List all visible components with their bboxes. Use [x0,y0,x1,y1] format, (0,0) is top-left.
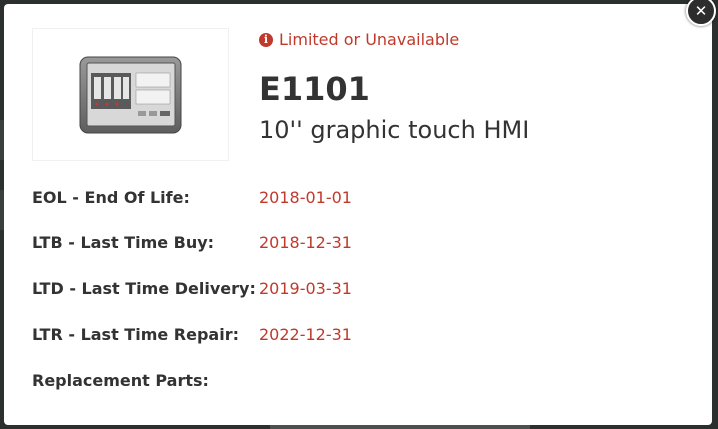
availability-status: i Limited or Unavailable [259,30,459,49]
product-description: 10'' graphic touch HMI [259,116,530,144]
close-button[interactable]: ✕ [686,0,716,26]
product-code: E1101 [259,70,370,108]
ltd-value: 2019-03-31 [259,279,352,298]
ltb-value: 2018-12-31 [259,233,352,252]
replacement-parts-label: Replacement Parts: [32,371,209,390]
product-modal: ✕ i Limited or Unavailable E1101 10'' gr… [4,0,716,425]
eol-value: 2018-01-01 [259,188,352,207]
status-text: Limited or Unavailable [279,30,460,49]
close-icon: ✕ [694,2,708,20]
ltr-value: 2022-12-31 [259,325,352,344]
info-circle-icon: i [259,32,273,47]
ltd-label: LTD - Last Time Delivery: [32,279,256,298]
ltr-label: LTR - Last Time Repair: [32,325,239,344]
eol-label: EOL - End Of Life: [32,188,190,207]
background-edge [270,425,530,429]
ltb-label: LTB - Last Time Buy: [32,233,215,252]
product-image [32,28,229,161]
